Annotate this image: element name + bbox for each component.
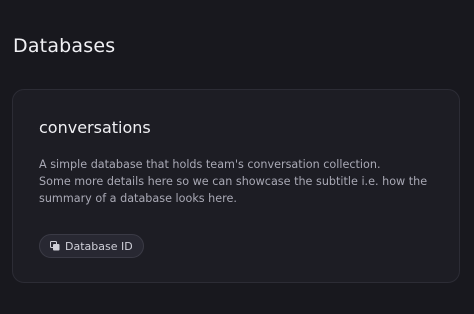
copy-database-id-button[interactable]: Database ID [39, 234, 144, 258]
description-line: A simple database that holds team's conv… [39, 158, 381, 171]
page-title: Databases [13, 35, 116, 57]
database-description: A simple database that holds team's conv… [39, 156, 439, 207]
copy-icon [50, 241, 60, 251]
description-line: summary of a database looks here. [39, 192, 237, 205]
databases-page: Databases conversations A simple databas… [0, 0, 474, 314]
database-name: conversations [39, 118, 151, 137]
description-line: Some more details here so we can showcas… [39, 175, 428, 188]
database-card[interactable]: conversations A simple database that hol… [12, 89, 460, 283]
database-id-label: Database ID [65, 239, 133, 253]
